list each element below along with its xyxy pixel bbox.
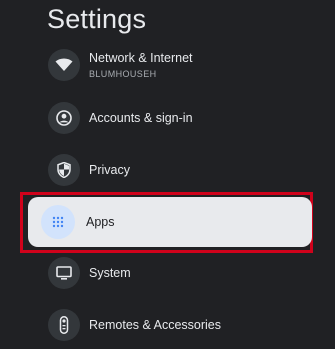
settings-item-apps[interactable]: Apps [28, 197, 312, 247]
wifi-icon [48, 49, 80, 81]
privacy-label: Privacy [89, 162, 130, 177]
settings-item-privacy[interactable]: Privacy [48, 149, 313, 191]
settings-item-system[interactable]: System [48, 252, 313, 294]
apps-grid-icon [41, 205, 75, 239]
settings-item-remotes[interactable]: Remotes & Accessories [48, 304, 313, 346]
remotes-label: Remotes & Accessories [89, 317, 221, 332]
monitor-icon [48, 257, 80, 289]
network-sublabel: BLUMHOUSEH [89, 69, 157, 79]
page-title: Settings [47, 4, 147, 34]
settings-item-accounts[interactable]: Accounts & sign-in [48, 97, 313, 139]
settings-item-network[interactable]: Network & Internet BLUMHOUSEH [48, 44, 313, 86]
accounts-label: Accounts & sign-in [89, 110, 193, 125]
apps-label: Apps [86, 214, 115, 229]
remote-icon [48, 309, 80, 341]
network-label: Network & Internet [89, 51, 193, 65]
shield-icon [48, 154, 80, 186]
account-circle-icon [48, 102, 80, 134]
system-label: System [89, 265, 131, 280]
